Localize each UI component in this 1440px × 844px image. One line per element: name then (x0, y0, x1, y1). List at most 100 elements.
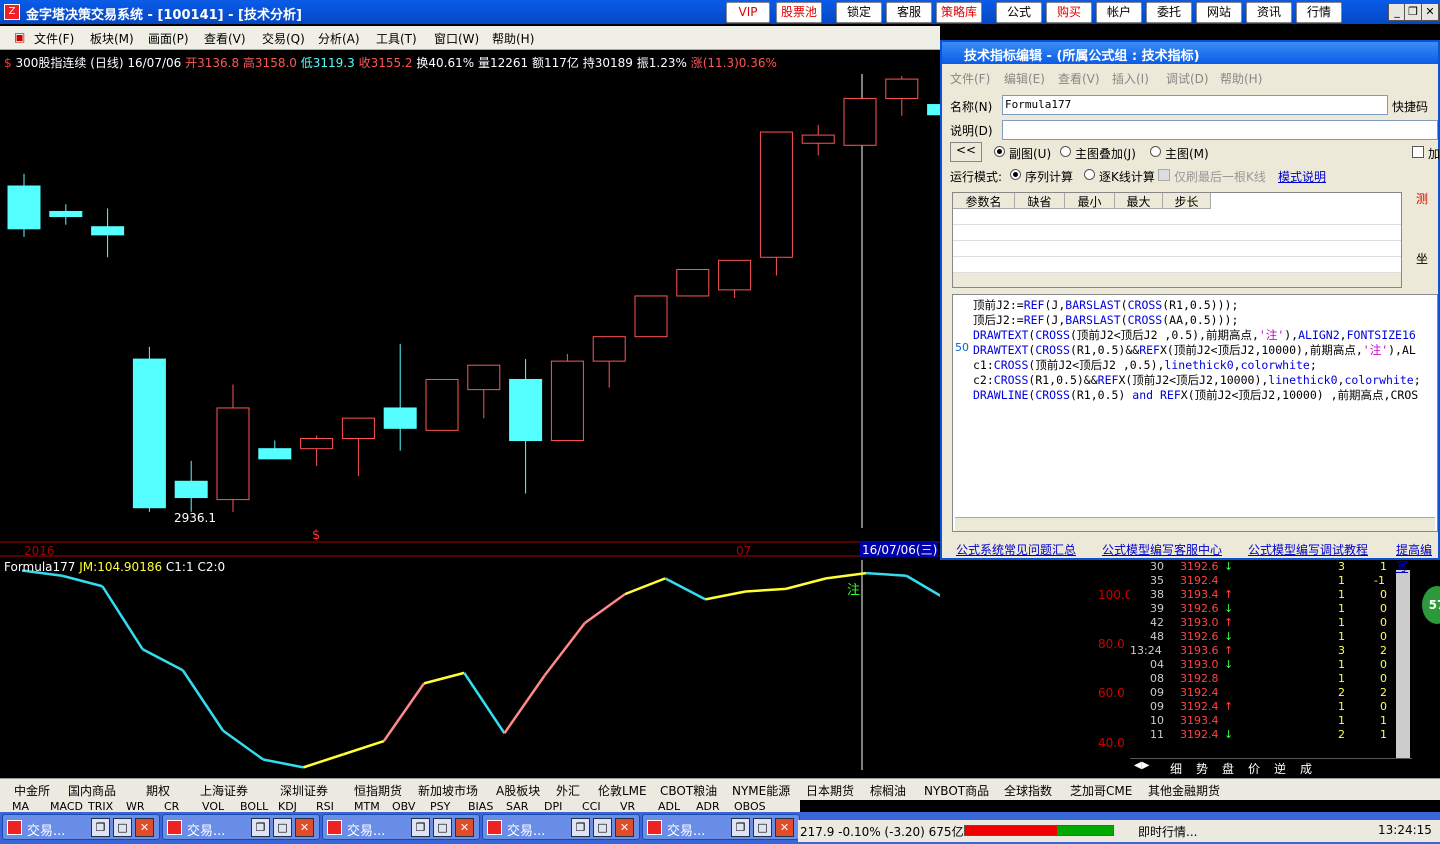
description-input[interactable] (1002, 120, 1438, 140)
collapse-button[interactable]: << (950, 142, 982, 162)
indicator-tab-8[interactable]: RSI (316, 800, 334, 812)
market-tab-1[interactable]: 国内商品 (68, 782, 116, 799)
param-header-2[interactable]: 最小 (1065, 193, 1115, 209)
task-item-0[interactable]: 交易... ❐ □ ✕ (2, 814, 160, 840)
market-tab-12[interactable]: 日本期货 (806, 782, 854, 799)
market-tab-13[interactable]: 棕榈油 (870, 782, 906, 799)
indicator-tab-14[interactable]: DPI (544, 800, 562, 812)
restore-button[interactable]: ❐ (1404, 3, 1422, 21)
market-tab-5[interactable]: 恒指期货 (354, 782, 402, 799)
market-tab-7[interactable]: A股板块 (496, 782, 540, 799)
indicator-tab-1[interactable]: MACD (50, 800, 83, 812)
top-button-9[interactable]: 网站 (1196, 2, 1242, 23)
param-header-1[interactable]: 缺省 (1015, 193, 1065, 209)
editor-menu-3[interactable]: 插入(I) (1112, 70, 1149, 87)
help-link-0[interactable]: 公式系统常见问题汇总 (956, 541, 1076, 558)
market-tab-14[interactable]: NYBOT商品 (924, 782, 989, 799)
market-tab-6[interactable]: 新加坡市场 (418, 782, 478, 799)
task-max-icon[interactable]: □ (753, 818, 772, 837)
code-editor[interactable]: 50 顶前J2:=REF(J,BARSLAST(CROSS(R1,0.5)));… (952, 294, 1438, 532)
indicator-tab-7[interactable]: KDJ (278, 800, 297, 812)
editor-menu-5[interactable]: 帮助(H) (1220, 70, 1262, 87)
code-line[interactable]: DRAWTEXT(CROSS(顶前J2<顶后J2 ,0.5),前期高点,'注')… (973, 327, 1416, 343)
top-button-10[interactable]: 资讯 (1246, 2, 1292, 23)
indicator-tab-10[interactable]: OBV (392, 800, 415, 812)
code-line[interactable]: DRAWLINE(CROSS(R1,0.5) and REFX(顶前J2<顶后J… (973, 387, 1418, 403)
close-button[interactable]: ✕ (1421, 3, 1439, 21)
indicator-tab-6[interactable]: BOLL (240, 800, 268, 812)
help-link-1[interactable]: 公式模型编写客服中心 (1102, 541, 1222, 558)
task-restore-icon[interactable]: ❐ (91, 818, 110, 837)
top-button-1[interactable]: 股票池 (776, 2, 822, 23)
chart-type-radio-2[interactable] (1150, 146, 1161, 157)
indicator-tab-5[interactable]: VOL (202, 800, 224, 812)
top-button-5[interactable]: 公式 (996, 2, 1042, 23)
param-row[interactable] (953, 209, 1401, 225)
indicator-tab-12[interactable]: BIAS (468, 800, 493, 812)
menu-item-2[interactable]: 画面(P) (148, 30, 189, 47)
menu-item-3[interactable]: 查看(V) (204, 30, 246, 47)
formula-editor-dialog[interactable]: 技术指标编辑 - (所属公式组 : 技术指标) 文件(F) 编辑(E) 查看(V) 插… (940, 40, 1440, 574)
top-button-8[interactable]: 委托 (1146, 2, 1192, 23)
indicator-tab-11[interactable]: PSY (430, 800, 450, 812)
market-tab-16[interactable]: 芝加哥CME (1070, 782, 1132, 799)
chart-area[interactable]: 2936.1 $ 2016 07 16/07/06(三) 注 $ 300股指连续… (0, 50, 940, 778)
code-line[interactable]: DRAWTEXT(CROSS(R1,0.5)&&REFX(顶前J2<顶后J2,1… (973, 342, 1416, 358)
menu-item-5[interactable]: 分析(A) (318, 30, 360, 47)
menu-item-6[interactable]: 工具(T) (376, 30, 417, 47)
run-mode-radio-1[interactable] (1084, 169, 1095, 180)
param-row[interactable] (953, 225, 1401, 241)
indicator-tab-16[interactable]: VR (620, 800, 635, 812)
top-button-4[interactable]: 策略库 (936, 2, 982, 23)
tick-tab-5[interactable]: 成 (1300, 760, 1312, 777)
top-button-0[interactable]: VIP (726, 2, 770, 23)
mode-help-link[interactable]: 模式说明 (1278, 168, 1326, 185)
tick-nav-icon[interactable]: ◀▶ (1134, 760, 1149, 771)
chart-type-radio-0[interactable] (994, 146, 1005, 157)
menu-item-8[interactable]: 帮助(H) (492, 30, 534, 47)
code-line[interactable]: c1:CROSS(顶前J2<顶后J2 ,0.5),linethick0,colo… (973, 357, 1317, 373)
indicator-tab-0[interactable]: MA (12, 800, 29, 812)
param-header-0[interactable]: 参数名 (953, 193, 1015, 209)
param-header-3[interactable]: 最大 (1115, 193, 1163, 209)
test-button[interactable]: 测 (1416, 190, 1428, 207)
task-close-icon[interactable]: ✕ (135, 818, 154, 837)
indicator-tab-3[interactable]: WR (126, 800, 145, 812)
task-max-icon[interactable]: □ (273, 818, 292, 837)
badge-button[interactable]: 57 (1422, 586, 1440, 624)
param-header-4[interactable]: 步长 (1163, 193, 1211, 209)
candlestick-chart[interactable]: 2936.1 $ 2016 07 16/07/06(三) 注 (0, 50, 940, 778)
editor-menu-4[interactable]: 调试(D) (1166, 70, 1209, 87)
code-line[interactable]: c2:CROSS(R1,0.5)&&REFX(顶前J2<顶后J2,10000),… (973, 372, 1421, 388)
menu-item-7[interactable]: 窗口(W) (434, 30, 479, 47)
task-max-icon[interactable]: □ (113, 818, 132, 837)
market-tab-10[interactable]: CBOT粮油 (660, 782, 717, 799)
tick-tab-1[interactable]: 势 (1196, 760, 1208, 777)
code-hscrollbar[interactable] (955, 517, 1435, 531)
indicator-tab-9[interactable]: MTM (354, 800, 380, 812)
task-restore-icon[interactable]: ❐ (411, 818, 430, 837)
tick-tab-0[interactable]: 细 (1170, 760, 1182, 777)
code-line[interactable]: 顶前J2:=REF(J,BARSLAST(CROSS(R1,0.5))); (973, 297, 1238, 313)
task-item-3[interactable]: 交易... ❐ □ ✕ (482, 814, 640, 840)
top-button-2[interactable]: 锁定 (836, 2, 882, 23)
indicator-tab-2[interactable]: TRIX (88, 800, 113, 812)
market-tab-2[interactable]: 期权 (146, 782, 170, 799)
task-close-icon[interactable]: ✕ (615, 818, 634, 837)
top-button-7[interactable]: 帐户 (1096, 2, 1142, 23)
market-tab-0[interactable]: 中金所 (14, 782, 50, 799)
tick-tab-2[interactable]: 盘 (1222, 760, 1234, 777)
menu-item-1[interactable]: 板块(M) (90, 30, 134, 47)
name-input[interactable]: Formula177 (1002, 95, 1388, 115)
param-row[interactable] (953, 241, 1401, 257)
market-tab-17[interactable]: 其他金融期货 (1148, 782, 1220, 799)
task-item-2[interactable]: 交易... ❐ □ ✕ (322, 814, 480, 840)
param-row[interactable] (953, 257, 1401, 273)
editor-menu-2[interactable]: 查看(V) (1058, 70, 1100, 87)
market-tab-4[interactable]: 深圳证券 (280, 782, 328, 799)
tick-panel[interactable]: 30 3192.6 ↓ 3 1 35 3192.4 1 -1 38 3193.4 ↑ 1 0 39 3192.… (1130, 560, 1412, 777)
task-close-icon[interactable]: ✕ (295, 818, 314, 837)
editor-menu-1[interactable]: 编辑(E) (1004, 70, 1045, 87)
task-max-icon[interactable]: □ (593, 818, 612, 837)
market-tab-8[interactable]: 外汇 (556, 782, 580, 799)
